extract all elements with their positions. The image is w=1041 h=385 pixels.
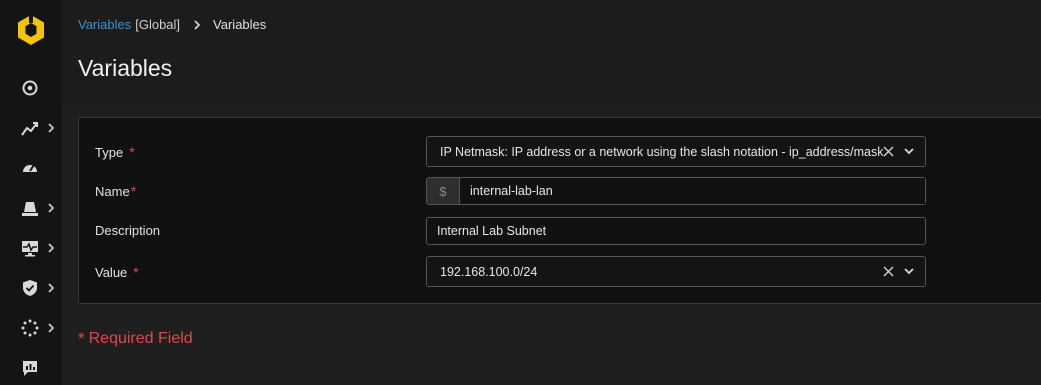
sidebar-item-security[interactable] bbox=[0, 268, 62, 308]
analytics-icon bbox=[21, 122, 38, 136]
description-label: Description bbox=[95, 223, 160, 238]
type-select[interactable]: IP Netmask: IP address or a network usin… bbox=[426, 136, 926, 167]
sidebar-item-dashboard[interactable] bbox=[0, 148, 62, 188]
chevron-down-icon[interactable] bbox=[904, 148, 914, 155]
clear-icon[interactable] bbox=[883, 146, 894, 157]
clear-icon[interactable] bbox=[883, 266, 894, 277]
chevron-down-icon[interactable] bbox=[904, 268, 914, 275]
chevron-right-icon bbox=[48, 203, 55, 213]
chevron-right-icon bbox=[48, 243, 55, 253]
value-label-text: Value bbox=[95, 264, 128, 280]
breadcrumb-link-variables[interactable]: Variables bbox=[78, 17, 131, 32]
required-marker: * bbox=[133, 264, 139, 280]
form-row-name: Name * $ bbox=[79, 177, 1041, 209]
dashboard-gauge-icon bbox=[23, 164, 37, 172]
chevron-right-icon bbox=[48, 123, 55, 133]
page-header: Variables [Global] Variables Variables bbox=[62, 0, 1041, 103]
form-row-value: Value * 192.168.100.0/24 bbox=[79, 256, 1041, 288]
chevron-right-icon bbox=[48, 323, 55, 333]
name-input[interactable] bbox=[460, 178, 925, 204]
required-field-note: * Required Field bbox=[78, 329, 193, 349]
target-icon bbox=[22, 80, 38, 96]
main-content: Type * IP Netmask: IP address or a netwo… bbox=[62, 103, 1041, 385]
sidebar-item-target[interactable] bbox=[0, 68, 62, 108]
value-select-value: 192.168.100.0/24 bbox=[440, 264, 538, 279]
value-select[interactable]: 192.168.100.0/24 bbox=[426, 256, 926, 287]
required-marker: * bbox=[130, 183, 137, 199]
logo-icon[interactable] bbox=[16, 14, 46, 46]
description-label-text: Description bbox=[95, 223, 161, 238]
name-input-group: $ bbox=[426, 177, 926, 205]
sidebar-item-reports[interactable] bbox=[0, 348, 62, 385]
breadcrumb-current: Variables bbox=[213, 17, 267, 32]
app-root: Variables [Global] Variables Variables T… bbox=[0, 0, 1041, 385]
sidebar-item-settings[interactable] bbox=[0, 308, 62, 348]
shield-check-icon bbox=[23, 280, 37, 296]
breadcrumb-scope: [Global] bbox=[135, 17, 181, 32]
form-row-description: Description bbox=[79, 217, 1041, 249]
alarm-icon bbox=[22, 202, 38, 216]
value-label: Value * bbox=[95, 264, 139, 280]
chevron-right-icon bbox=[48, 283, 55, 293]
required-marker: * bbox=[129, 144, 135, 160]
variable-form: Type * IP Netmask: IP address or a netwo… bbox=[78, 117, 1041, 304]
type-select-value: IP Netmask: IP address or a network usin… bbox=[440, 144, 884, 159]
type-label: Type * bbox=[95, 144, 135, 160]
required-marker: * bbox=[78, 329, 85, 348]
type-label-text: Type bbox=[95, 144, 124, 160]
name-label-text: Name bbox=[95, 183, 130, 199]
form-row-type: Type * IP Netmask: IP address or a netwo… bbox=[79, 136, 1041, 168]
name-label: Name * bbox=[95, 183, 136, 199]
sidebar-item-monitor[interactable] bbox=[0, 228, 62, 268]
breadcrumb: Variables [Global] Variables bbox=[78, 17, 266, 32]
sidebar-item-alarms[interactable] bbox=[0, 188, 62, 228]
monitor-pulse-icon bbox=[22, 241, 38, 257]
description-input[interactable] bbox=[426, 217, 926, 245]
sidebar bbox=[0, 0, 62, 385]
settings-dots-icon bbox=[21, 319, 39, 337]
variable-prefix: $ bbox=[427, 178, 460, 204]
chevron-right-icon bbox=[194, 19, 201, 30]
report-icon bbox=[23, 361, 37, 376]
sidebar-item-analytics[interactable] bbox=[0, 108, 62, 148]
page-title: Variables bbox=[78, 55, 173, 81]
required-field-text: Required Field bbox=[88, 330, 193, 347]
